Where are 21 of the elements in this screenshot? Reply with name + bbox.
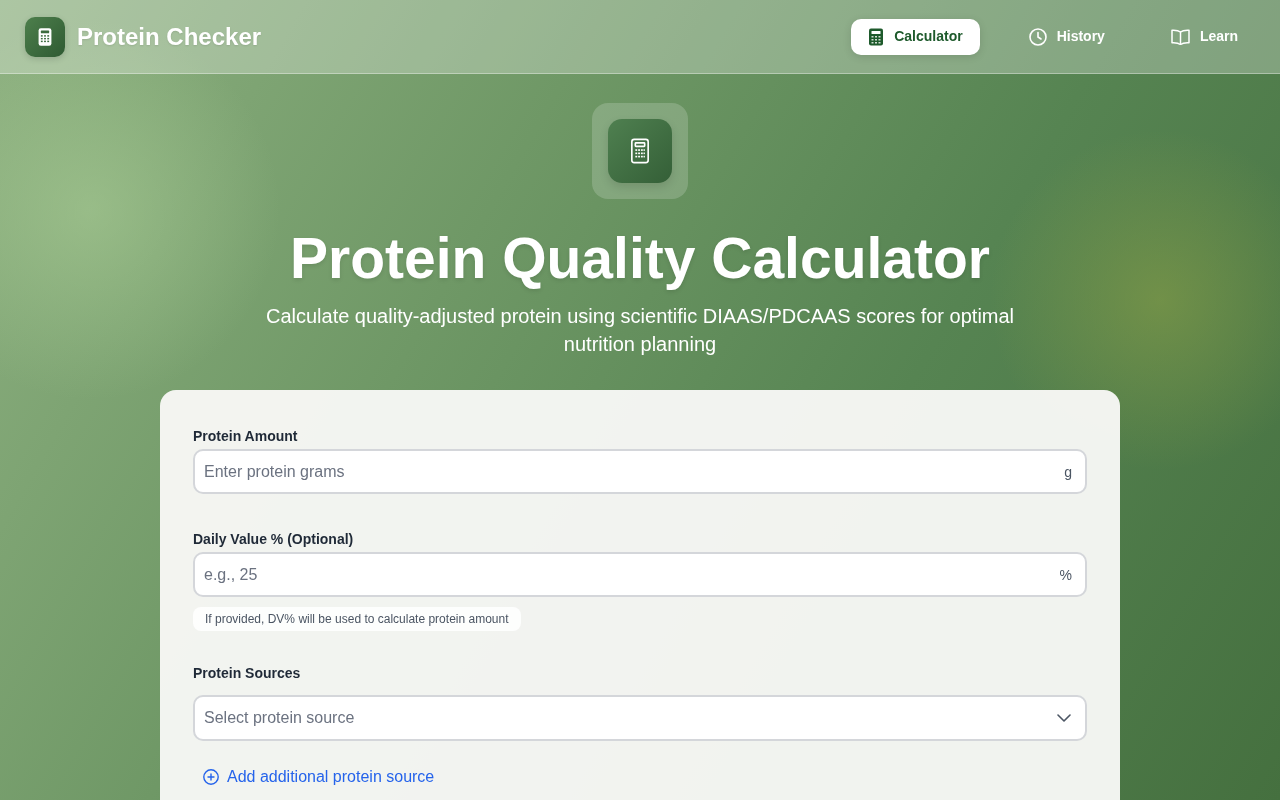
page-title: Protein Quality Calculator [289, 225, 991, 292]
field-label: Protein Amount [193, 427, 299, 446]
nav-tab[interactable]: History [1011, 18, 1122, 55]
unit-label: % [1059, 565, 1072, 584]
field-label: Daily Value % (Optional) [193, 530, 355, 549]
clock-icon [1028, 27, 1047, 46]
field-label: Protein Sources [193, 664, 302, 683]
chevron-down-icon [1057, 714, 1071, 722]
nav-tab[interactable]: Learn [1153, 18, 1255, 55]
page-subtitle: Calculate quality-adjusted protein using scientific DIAAS/PDCAAS scores for optimal nutrition planning [264, 304, 1016, 357]
book-icon [1170, 28, 1190, 45]
add-source-link[interactable]: Add additional protein source [203, 765, 435, 789]
app-title: Protein Checker [77, 21, 262, 52]
calculator-icon [868, 27, 885, 46]
unit-label: g [1064, 462, 1072, 482]
help-text: If provided, DV% will be used to calculate protein amount [193, 607, 521, 631]
nav-tab[interactable]: Calculator [851, 18, 980, 55]
select-field[interactable]: Select protein source [193, 695, 1087, 741]
plus-circle-icon [203, 769, 219, 785]
calculator-icon [25, 16, 65, 57]
calculator-icon [592, 103, 688, 199]
